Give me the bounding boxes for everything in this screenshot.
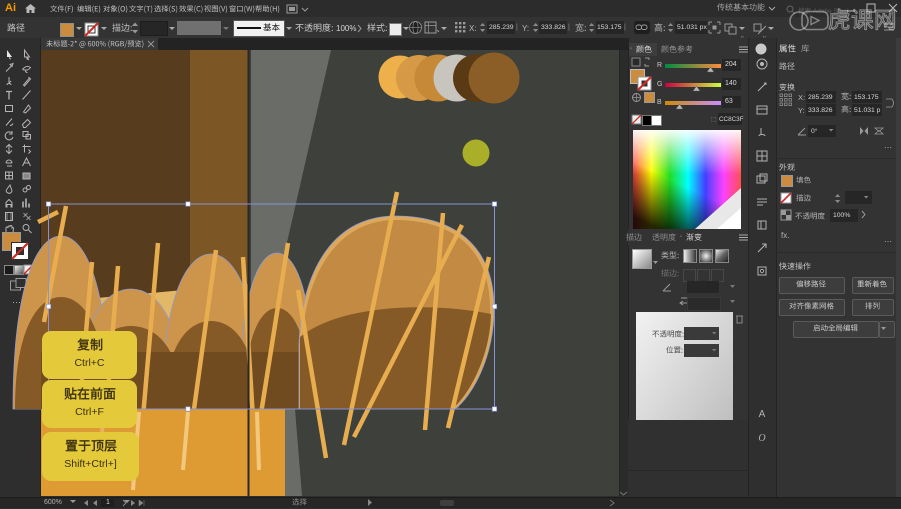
svg-text:A: A [759,409,766,420]
svg-text:O: O [758,433,765,444]
